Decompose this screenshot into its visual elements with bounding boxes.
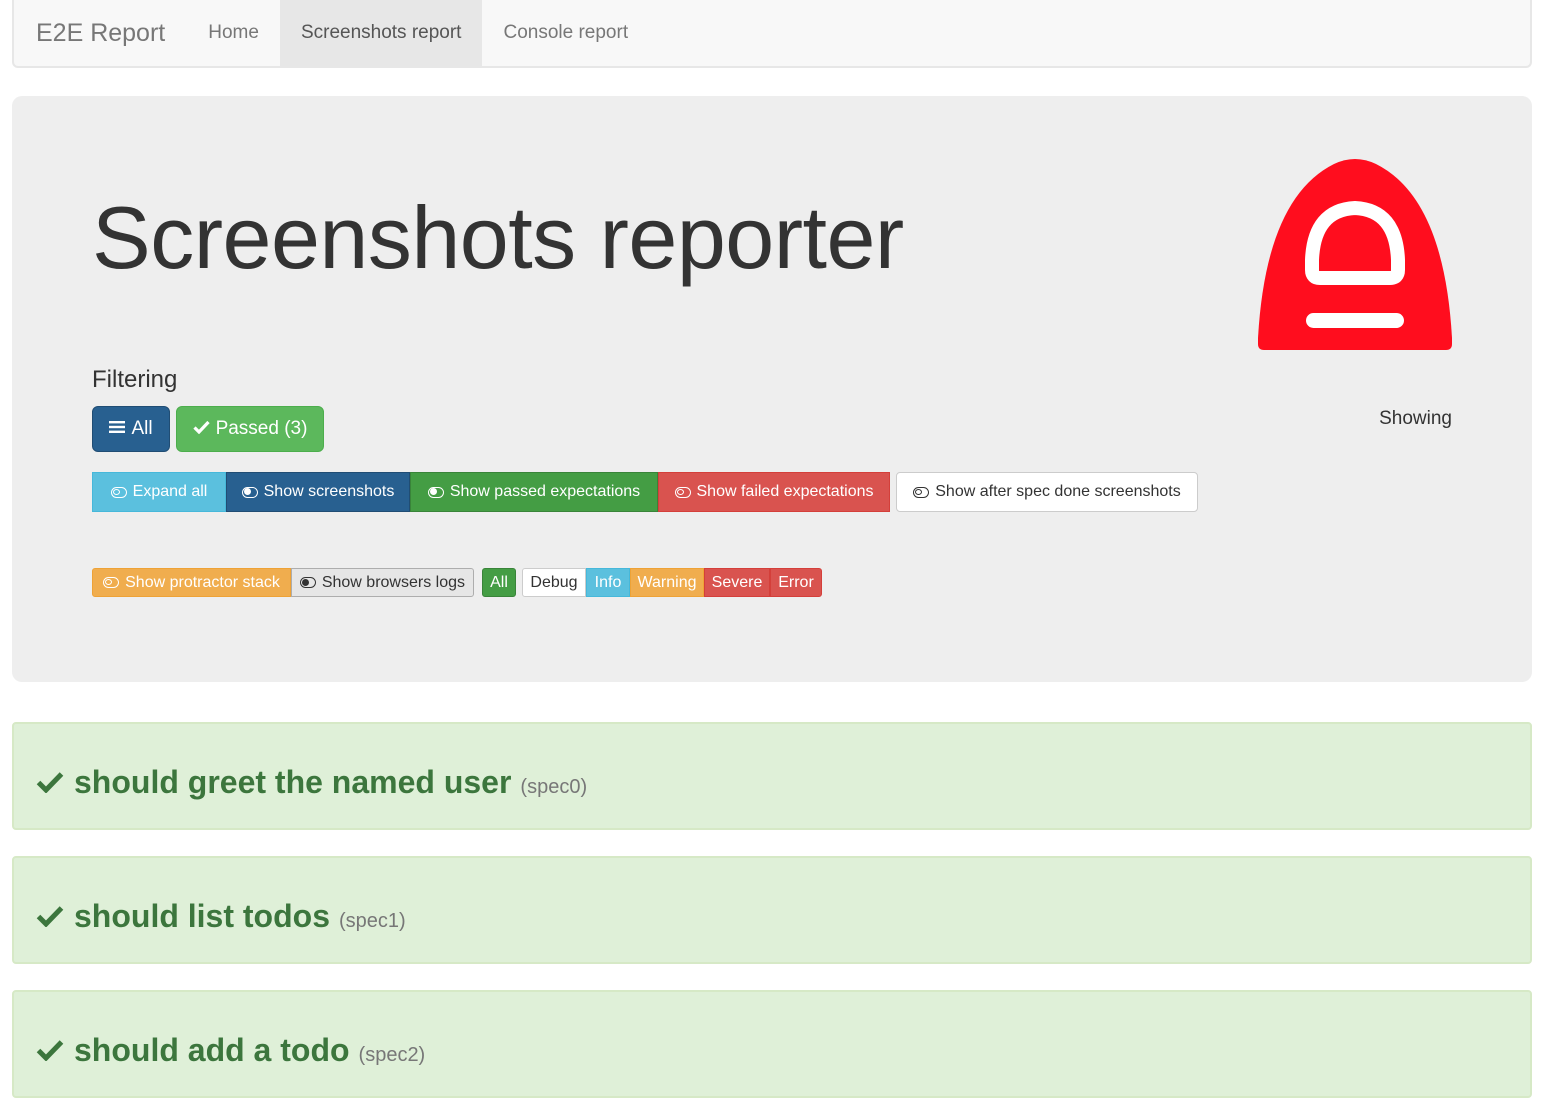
header-panel: Screenshots reporter Filtering Showing A…: [12, 96, 1532, 682]
log-level-debug-button[interactable]: Debug: [522, 568, 586, 597]
filter-all-label: All: [131, 418, 153, 439]
spec-name: should greet the named user: [74, 764, 512, 800]
show-after-spec-screenshots-button[interactable]: Show after spec done screenshots: [896, 472, 1198, 512]
check-icon: [36, 901, 64, 935]
toggle-off-icon: [103, 577, 120, 588]
protractor-logo-icon: [1258, 159, 1452, 350]
check-icon: [36, 1035, 64, 1069]
check-icon: [36, 767, 64, 801]
spec-name: should add a todo: [74, 1032, 350, 1068]
spec-name: should list todos: [74, 898, 330, 934]
spec-id: (spec1): [338, 910, 406, 932]
nav-console-report[interactable]: Console report: [482, 0, 649, 66]
expand-all-button[interactable]: Expand all: [92, 472, 226, 512]
spec-heading: should greet the named user (spec0): [36, 764, 587, 801]
spec-id: (spec2): [358, 1044, 426, 1066]
log-level-all-button[interactable]: All: [482, 568, 516, 597]
check-icon: [192, 418, 210, 440]
navbar: E2E Report Home Screenshots report Conso…: [12, 0, 1532, 68]
show-failed-label: Show failed expectations: [696, 483, 874, 500]
spec-heading: should add a todo (spec2): [36, 1032, 425, 1069]
spec-id: (spec0): [520, 776, 588, 798]
spec-panel[interactable]: should list todos (spec1): [12, 856, 1532, 964]
show-passed-label: Show passed expectations: [449, 483, 641, 500]
toggle-on-icon: [241, 486, 258, 498]
filter-all-button[interactable]: All: [92, 406, 170, 452]
filter-passed-label: Passed (3): [215, 418, 308, 439]
toggle-on-icon: [427, 486, 444, 498]
toggle-off-icon: [674, 486, 691, 498]
show-passed-expectations-button[interactable]: Show passed expectations: [410, 472, 658, 512]
nav-screenshots-report[interactable]: Screenshots report: [279, 0, 483, 66]
spec-panel[interactable]: should add a todo (spec2): [12, 990, 1532, 1098]
show-protractor-stack-label: Show protractor stack: [125, 573, 280, 591]
show-screenshots-button[interactable]: Show screenshots: [226, 472, 410, 512]
show-after-spec-label: Show after spec done screenshots: [935, 483, 1181, 500]
filter-passed-button[interactable]: Passed (3): [176, 406, 324, 452]
brand[interactable]: E2E Report: [14, 0, 187, 66]
show-failed-expectations-button[interactable]: Show failed expectations: [658, 472, 890, 512]
log-level-severe-button[interactable]: Severe: [704, 568, 770, 597]
toggle-off-icon: [913, 486, 930, 498]
showing-label: Showing: [1379, 408, 1452, 429]
log-level-warning-button[interactable]: Warning: [630, 568, 704, 597]
spec-panel[interactable]: should greet the named user (spec0): [12, 722, 1532, 830]
expand-all-label: Expand all: [132, 483, 208, 500]
show-browser-logs-button[interactable]: Show browsers logs: [291, 568, 474, 597]
toggle-off-icon: [110, 486, 127, 498]
spec-heading: should list todos (spec1): [36, 898, 406, 935]
toggle-on-icon: [300, 577, 316, 588]
show-protractor-stack-button[interactable]: Show protractor stack: [92, 568, 291, 597]
show-browser-logs-label: Show browsers logs: [321, 573, 465, 591]
list-icon: [109, 418, 126, 440]
log-level-error-button[interactable]: Error: [770, 568, 822, 597]
filtering-label: Filtering: [92, 366, 178, 393]
show-screenshots-label: Show screenshots: [263, 483, 395, 500]
log-level-info-button[interactable]: Info: [586, 568, 630, 597]
page-title: Screenshots reporter: [92, 188, 904, 287]
nav-home[interactable]: Home: [187, 0, 280, 66]
